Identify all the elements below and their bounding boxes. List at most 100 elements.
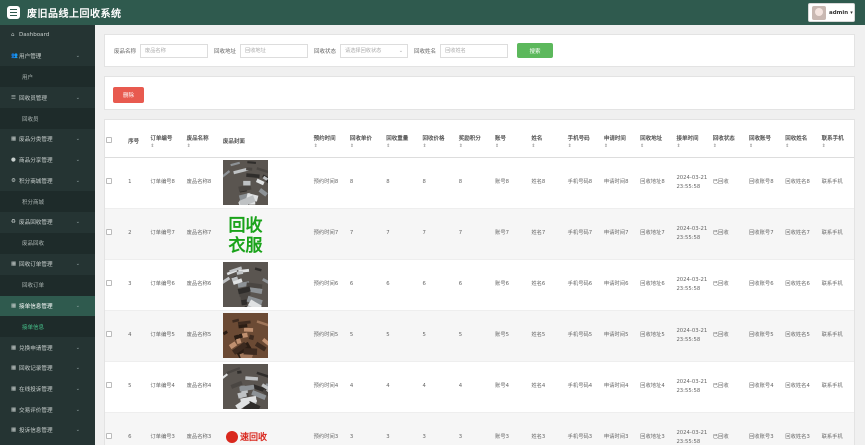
sort-icon[interactable]: ⇕ [531,144,566,149]
grid-icon: ▦ [11,406,17,413]
table-header-cell[interactable]: 申请时间 ⇕ [602,126,640,158]
sort-icon[interactable]: ⇕ [713,144,748,149]
sort-icon[interactable]: ⇕ [495,144,530,149]
sidebar-subitem[interactable]: 废品回收 [0,232,95,254]
table-cell-weight: 5 [385,310,422,362]
grid-icon: ▦ [11,261,17,268]
sidebar-item-label: 回收员管理 [19,95,47,102]
sort-icon[interactable]: ⇕ [568,144,603,149]
sidebar-item[interactable]: ▦ 回收订单管理 ⌄ [0,254,95,275]
table-header-cell[interactable]: 账号 ⇕ [494,126,531,158]
table-header-cell[interactable]: 姓名 ⇕ [530,126,567,158]
table-header-cell[interactable]: 回收单价 ⇕ [348,126,386,158]
sidebar-item[interactable]: ▦ 接单信息管理 ⌄ [0,295,95,317]
table-header-cell[interactable]: 奖励积分 ⇕ [457,126,495,158]
sort-icon[interactable]: ⇕ [422,144,457,149]
sort-icon[interactable]: ⇕ [676,144,711,149]
table-header-cell[interactable]: 序号 [127,126,150,158]
header-checkbox-cell [105,126,128,158]
sidebar-item[interactable]: ▦ 兑换申请管理 ⌄ [0,337,95,358]
row-checkbox-cell [105,361,128,413]
cell-text-total: 7 [422,230,426,237]
sidebar-item[interactable]: ⌂ Dashboard [0,25,95,46]
sidebar-subitem[interactable]: 接单信息 [0,316,95,338]
table-header-cell[interactable]: 回收账号 ⇕ [748,126,785,158]
menu-toggle-icon[interactable] [7,6,20,19]
sidebar-item[interactable]: ● 商品分享管理 ⌄ [0,150,95,171]
table-row[interactable]: 6 订单编号3 废品名称3 速回收 预约时间3 3 3 3 3 账号3 姓名3 手机号码3 申请时间3 回… [105,412,854,445]
row-checkbox[interactable] [106,228,112,235]
sidebar-item[interactable]: ▦ 在线投诉管理 ⌄ [0,379,95,400]
table-cell-points: 3 [457,412,495,445]
table-header-cell[interactable]: 接单时间 ⇕ [675,126,712,158]
row-checkbox[interactable] [106,177,112,184]
sidebar-subitem[interactable]: 积分商城 [0,191,95,213]
table-cell-weight: 4 [385,361,422,413]
sort-icon[interactable]: ⇕ [459,144,494,149]
cell-text-phone: 手机号码5 [567,332,593,339]
table-cell-order: 订单编号6 [149,259,186,311]
recycle-status-select[interactable]: 请选择回收状态 ⌄ [340,43,409,58]
header-label: 回收单价 [349,135,372,142]
select-all-checkbox[interactable] [106,137,112,144]
sort-icon[interactable]: ⇕ [314,144,349,149]
sort-icon[interactable]: ⇕ [822,144,854,149]
sort-icon[interactable]: ⇕ [386,144,421,149]
sort-icon[interactable]: ⇕ [785,144,820,149]
row-checkbox[interactable] [106,279,112,286]
sort-icon[interactable]: ⇕ [604,144,639,149]
table-row[interactable]: 5 订单编号4 废品名称4 预约时间4 4 4 4 4 账号4 姓名4 手机号码4 申请时间4 回收地址… [105,361,854,413]
delete-button[interactable]: 删除 [113,87,144,103]
table-header-cell[interactable]: 回收价格 ⇕ [421,126,458,158]
row-checkbox[interactable] [106,330,112,337]
table-header-cell[interactable]: 回收姓名 ⇕ [784,126,821,158]
sidebar-subitem[interactable]: 用户 [0,66,95,88]
recycler-name-input[interactable]: 回收姓名 [440,43,509,58]
recycle-address-input[interactable]: 回收地址 [240,43,309,58]
sort-icon[interactable]: ⇕ [640,144,675,149]
cell-text-uname: 姓名4 [531,383,546,390]
chevron-down-icon: ⌄ [75,53,80,60]
cell-text-phone: 手机号码3 [567,434,593,441]
table-header-cell[interactable]: 回收重量 ⇕ [385,126,422,158]
header-label: 回收姓名 [785,135,808,142]
table-row[interactable]: 2 订单编号7 废品名称7 回收 衣服 预约时间7 7 7 7 7 账号7 姓名7 手机号码7 申请时间7… [105,208,854,260]
table-header-cell[interactable]: 废品封面 [221,126,313,158]
table-row[interactable]: 3 订单编号6 废品名称6 预约时间6 6 6 6 6 账号6 姓名6 手机号码6 申请时间6 回收地址… [105,259,854,311]
sidebar-item[interactable]: ▦ 废品分类管理 ⌄ [0,129,95,150]
table-header-cell[interactable]: 联系手机 ⇕ [820,126,854,158]
table-header-cell[interactable]: 手机号码 ⇕ [566,126,603,158]
sidebar-item[interactable]: ☰ 回收员管理 ⌄ [0,87,95,108]
table-header-cell[interactable]: 订单编号 ⇕ [149,126,186,158]
table-cell-rphone: 联系手机 [820,412,854,445]
cell-text-idx: 6 [128,434,132,441]
cell-text-taken: 2024-03-21 23:55:58 [676,277,708,292]
sort-icon[interactable]: ⇕ [749,144,784,149]
sidebar-item[interactable]: 👥 用户管理 ⌄ [0,46,95,67]
sort-icon[interactable]: ⇕ [350,144,385,149]
sidebar-item[interactable]: ▦ 投诉信息管理 ⌄ [0,420,95,441]
table-row[interactable]: 1 订单编号8 废品名称8 预约时间8 8 8 8 8 账号8 姓名8 手机号码8 申请时间8 回收地址… [105,157,854,209]
table-cell-appt: 预约时间6 [312,259,349,311]
row-checkbox[interactable] [106,432,112,439]
waste-name-input[interactable]: 废品名称 [140,43,209,58]
sidebar-subitem[interactable]: 回收员 [0,108,95,130]
sidebar-item[interactable]: ♻ 废品回收管理 ⌄ [0,212,95,233]
sidebar-item[interactable]: ⚙ 积分商城管理 ⌄ [0,170,95,191]
sort-icon[interactable]: ⇕ [150,144,185,149]
table-cell-total: 8 [421,157,458,209]
sidebar-item[interactable]: ▦ 交易评价管理 ⌄ [0,399,95,420]
row-checkbox[interactable] [106,381,112,388]
cell-text-acct: 账号5 [495,332,509,339]
table-header-cell[interactable]: 预约时间 ⇕ [312,126,349,158]
sidebar-item[interactable]: ▦ 回收记录管理 ⌄ [0,358,95,379]
table-header-cell[interactable]: 回收状态 ⇕ [711,126,748,158]
table-row[interactable]: 4 订单编号5 废品名称5 预约时间5 5 5 5 5 账号5 姓名5 手机号码5 申请时间5 回收地址… [105,310,854,362]
table-header-cell[interactable]: 废品名称 ⇕ [185,126,222,158]
sort-icon[interactable]: ⇕ [187,144,222,149]
search-button[interactable]: 搜索 [517,43,554,58]
table-header-cell[interactable]: 回收地址 ⇕ [639,126,676,158]
cell-text-appt: 预约时间3 [313,434,339,441]
user-menu-button[interactable]: admin ▾ [808,3,855,22]
sidebar-subitem[interactable]: 回收订单 [0,274,95,296]
